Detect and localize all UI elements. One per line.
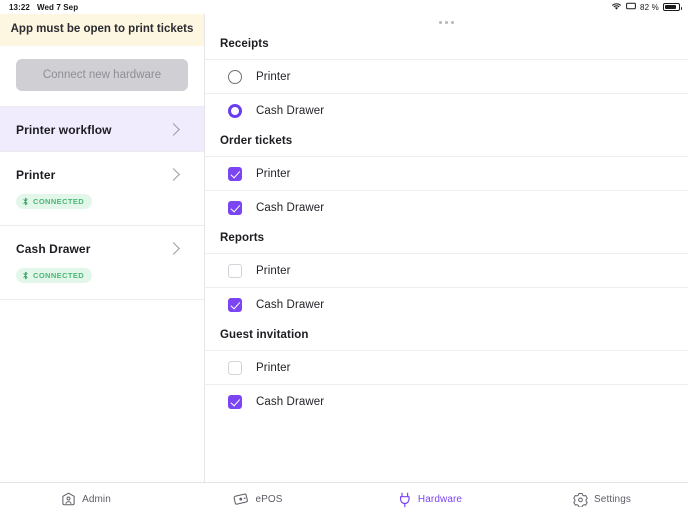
option-row-guest-invitation-printer[interactable]: Printer bbox=[205, 350, 688, 384]
option-row-receipts-printer[interactable]: Printer bbox=[205, 59, 688, 93]
checkbox-order-tickets-printer[interactable] bbox=[228, 166, 242, 181]
body: App must be open to print tickets Connec… bbox=[0, 14, 688, 482]
sidebar-item-label: Printer workflow bbox=[16, 122, 112, 137]
checkbox-reports-cash-drawer[interactable] bbox=[228, 297, 242, 312]
option-row-reports-cash-drawer[interactable]: Cash Drawer bbox=[205, 287, 688, 321]
dot bbox=[451, 20, 454, 24]
tab-label: Settings bbox=[594, 494, 631, 505]
bottom-tab-bar: Admin ePOS Hardware Settings bbox=[0, 482, 688, 516]
checkbox-guest-invitation-printer[interactable] bbox=[228, 360, 242, 375]
option-label: Cash Drawer bbox=[256, 298, 325, 311]
plug-icon bbox=[398, 492, 412, 508]
bluetooth-icon bbox=[22, 197, 29, 206]
connect-button-wrap: Connect new hardware bbox=[0, 45, 204, 106]
sidebar: App must be open to print tickets Connec… bbox=[0, 14, 205, 482]
option-label: Printer bbox=[256, 361, 291, 374]
sidebar-empty-space bbox=[0, 298, 204, 482]
status-bar-left: 13:22 Wed 7 Sep bbox=[9, 3, 78, 12]
chevron-right-icon bbox=[167, 168, 180, 182]
status-badge: CONNECTED bbox=[16, 267, 93, 283]
connect-new-hardware-button[interactable]: Connect new hardware bbox=[16, 58, 188, 91]
tab-hardware[interactable]: Hardware bbox=[344, 483, 516, 516]
checkbox-order-tickets-cash-drawer[interactable] bbox=[228, 200, 242, 215]
tab-label: Admin bbox=[82, 494, 111, 505]
option-row-receipts-cash-drawer[interactable]: Cash Drawer bbox=[205, 93, 688, 127]
settings-scroll-area[interactable]: Receipts Printer Cash Drawer Order ticke… bbox=[205, 30, 688, 482]
sidebar-item-printer-workflow[interactable]: Printer workflow bbox=[0, 105, 204, 151]
tab-admin[interactable]: Admin bbox=[0, 483, 172, 516]
checkbox-reports-printer[interactable] bbox=[228, 263, 242, 278]
section-title-receipts: Receipts bbox=[220, 38, 269, 50]
bluetooth-icon bbox=[22, 271, 29, 280]
status-time: 13:22 bbox=[9, 2, 30, 12]
app-root: 13:22 Wed 7 Sep 82 % App must be open to… bbox=[0, 0, 688, 516]
tab-label: Hardware bbox=[417, 494, 463, 505]
dot bbox=[439, 20, 442, 24]
wifi-icon bbox=[611, 2, 622, 13]
section-title-guest-invitation: Guest invitation bbox=[220, 329, 309, 341]
admin-person-icon bbox=[61, 492, 76, 507]
status-date: Wed 7 Sep bbox=[36, 2, 79, 12]
sidebar-item-label: Cash Drawer bbox=[16, 241, 91, 256]
sidebar-item-label: Printer bbox=[16, 167, 56, 182]
status-bar-right: 82 % bbox=[611, 2, 682, 13]
sidebar-item-printer[interactable]: Printer CONNECTED bbox=[0, 150, 204, 225]
chevron-right-icon bbox=[167, 123, 180, 137]
badge-label: CONNECTED bbox=[33, 270, 85, 280]
badge-label: CONNECTED bbox=[33, 196, 85, 206]
sidebar-item-cash-drawer[interactable]: Cash Drawer CONNECTED bbox=[0, 224, 204, 299]
epos-card-icon bbox=[233, 492, 249, 507]
tab-epos[interactable]: ePOS bbox=[172, 483, 344, 516]
section-title-reports: Reports bbox=[220, 232, 265, 244]
gear-icon bbox=[573, 492, 588, 507]
dot bbox=[445, 20, 448, 24]
screen-record-icon bbox=[626, 2, 636, 12]
option-row-guest-invitation-cash-drawer[interactable]: Cash Drawer bbox=[205, 384, 688, 418]
radio-receipts-cash-drawer[interactable] bbox=[228, 103, 242, 118]
tab-label: ePOS bbox=[255, 494, 283, 505]
option-label: Cash Drawer bbox=[256, 104, 325, 117]
option-label: Printer bbox=[256, 264, 291, 277]
section-title-order-tickets: Order tickets bbox=[220, 135, 293, 147]
drag-handle[interactable] bbox=[205, 14, 688, 30]
radio-receipts-printer[interactable] bbox=[228, 69, 242, 84]
status-bar: 13:22 Wed 7 Sep 82 % bbox=[0, 0, 688, 14]
option-row-reports-printer[interactable]: Printer bbox=[205, 253, 688, 287]
chevron-right-icon bbox=[167, 242, 180, 256]
nav-row: Printer workflow bbox=[16, 123, 188, 137]
tab-settings[interactable]: Settings bbox=[516, 483, 688, 516]
battery-icon bbox=[663, 3, 682, 11]
option-label: Cash Drawer bbox=[256, 395, 325, 408]
checkbox-guest-invitation-cash-drawer[interactable] bbox=[228, 394, 242, 409]
status-badge: CONNECTED bbox=[16, 193, 93, 209]
option-label: Cash Drawer bbox=[256, 201, 325, 214]
option-row-order-tickets-cash-drawer[interactable]: Cash Drawer bbox=[205, 190, 688, 224]
option-label: Printer bbox=[256, 167, 291, 180]
main-panel: Receipts Printer Cash Drawer Order ticke… bbox=[205, 14, 688, 482]
battery-percent: 82 % bbox=[639, 2, 659, 12]
nav-row: Cash Drawer bbox=[16, 242, 188, 256]
nav-row: Printer bbox=[16, 168, 188, 182]
warning-banner: App must be open to print tickets bbox=[0, 14, 204, 46]
option-row-order-tickets-printer[interactable]: Printer bbox=[205, 156, 688, 190]
option-label: Printer bbox=[256, 70, 291, 83]
